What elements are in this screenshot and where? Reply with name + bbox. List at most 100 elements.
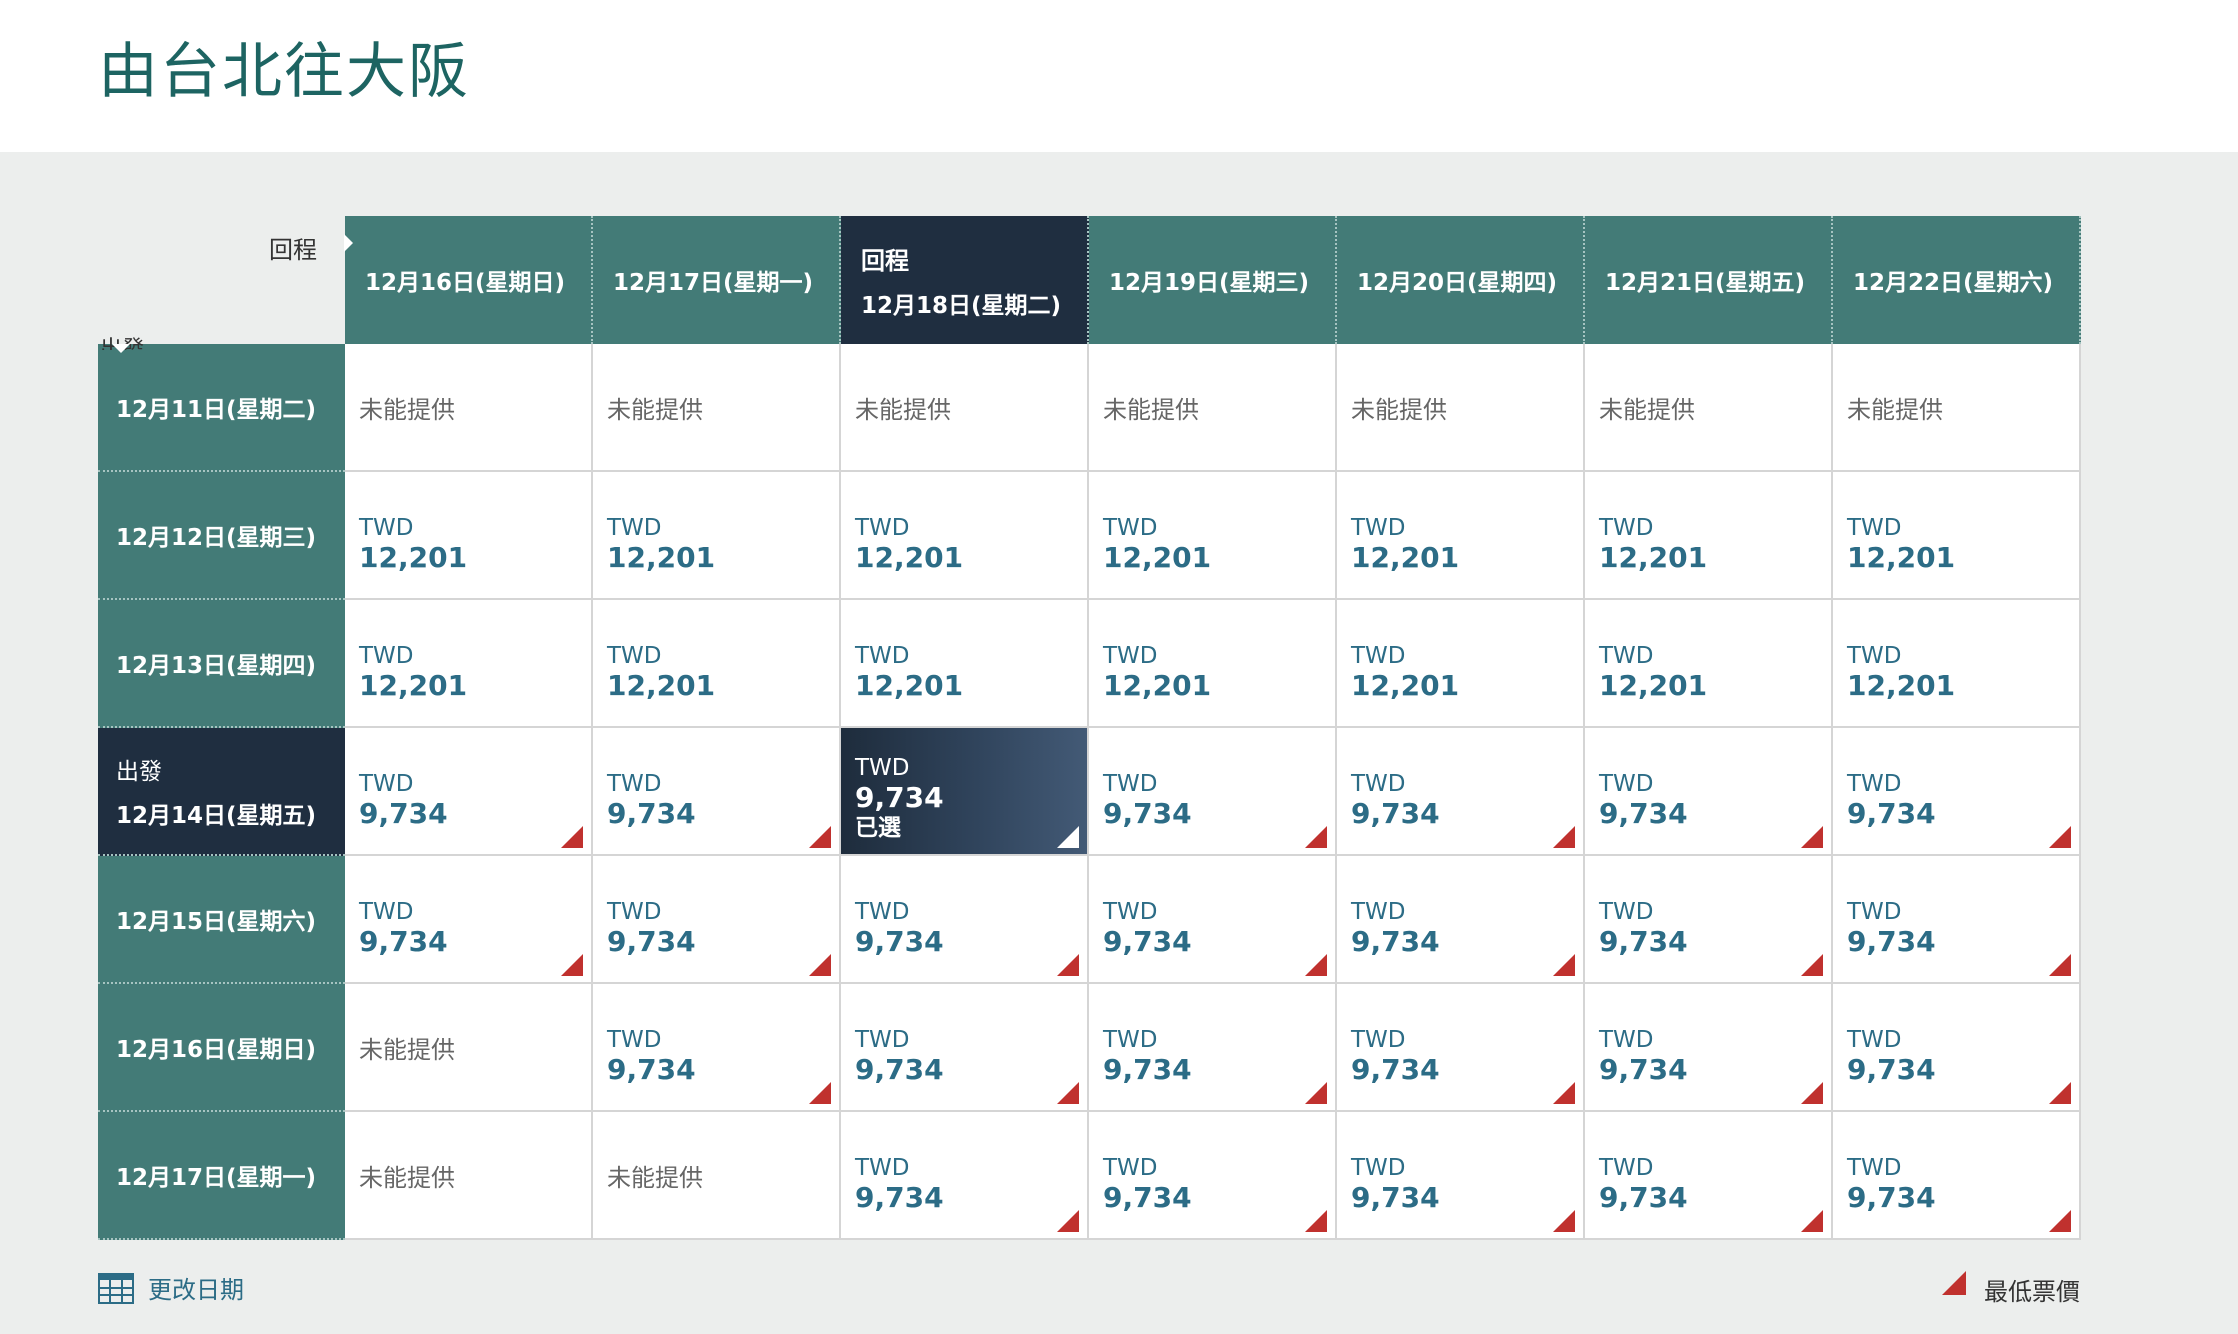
fare-cell[interactable]: TWD 9,734: [841, 984, 1089, 1112]
fare-cell[interactable]: TWD 12,201: [841, 472, 1089, 600]
fare-cell[interactable]: TWD 9,734: [345, 728, 593, 856]
unavailable-text: 未能提供: [1103, 395, 1199, 424]
fare-cell[interactable]: TWD 9,734: [1585, 1112, 1833, 1240]
fare-currency: TWD: [359, 643, 414, 669]
depart-date-header[interactable]: 12月16日(星期日): [98, 984, 345, 1112]
depart-date-header[interactable]: 12月11日(星期二): [98, 344, 345, 472]
fare-currency: TWD: [1103, 515, 1158, 541]
fare-cell[interactable]: TWD 9,734: [1585, 856, 1833, 984]
fare-calendar-grid: 回程 出發 12月16日(星期日) 12月17日(星期一) 回程 12月18日(星期二) 1…: [98, 216, 2081, 1240]
fare-cell[interactable]: TWD 12,201: [593, 472, 841, 600]
fare-currency: TWD: [855, 899, 910, 925]
unavailable-text: 未能提供: [1351, 395, 1447, 424]
fare-currency: TWD: [359, 899, 414, 925]
fare-currency: TWD: [359, 515, 414, 541]
fare-cell[interactable]: TWD 9,734: [841, 1112, 1089, 1240]
fare-cell[interactable]: TWD 12,201: [345, 600, 593, 728]
fare-cell[interactable]: TWD 9,734: [1833, 856, 2081, 984]
lowest-fare-marker-icon: [1801, 1082, 1823, 1104]
depart-date-header[interactable]: 出發 12月14日(星期五): [98, 728, 345, 856]
fare-cell[interactable]: TWD 9,734: [1089, 856, 1337, 984]
fare-amount: 9,734: [607, 925, 696, 958]
fare-cell[interactable]: TWD 12,201: [841, 600, 1089, 728]
lowest-fare-marker-icon: [1305, 1210, 1327, 1232]
fare-amount: 12,201: [1599, 541, 1708, 574]
fare-cell[interactable]: TWD 9,734: [1585, 728, 1833, 856]
fare-cell[interactable]: TWD 12,201: [345, 472, 593, 600]
fare-cell[interactable]: TWD 12,201: [1585, 600, 1833, 728]
return-date-header[interactable]: 12月16日(星期日): [345, 216, 593, 344]
fare-currency: TWD: [1103, 1155, 1158, 1181]
fare-cell[interactable]: TWD 9,734: [1337, 728, 1585, 856]
depart-date-header[interactable]: 12月17日(星期一): [98, 1112, 345, 1240]
return-date-header[interactable]: 12月19日(星期三): [1089, 216, 1337, 344]
change-dates-label: 更改日期: [148, 1276, 244, 1304]
fare-cell[interactable]: TWD 12,201: [1585, 472, 1833, 600]
fare-amount: 9,734: [1599, 1181, 1688, 1214]
fare-cell[interactable]: TWD 12,201: [1337, 472, 1585, 600]
fare-amount: 12,201: [359, 541, 468, 574]
fare-amount: 9,734: [1351, 1181, 1440, 1214]
arrow-right-icon: [344, 234, 353, 252]
return-date-header[interactable]: 12月20日(星期四): [1337, 216, 1585, 344]
fare-cell[interactable]: TWD 9,734: [1337, 984, 1585, 1112]
lowest-fare-marker-icon: [1801, 826, 1823, 848]
fare-currency: TWD: [1351, 643, 1406, 669]
unavailable-text: 未能提供: [359, 1163, 455, 1192]
fare-cell[interactable]: TWD 9,734: [1337, 1112, 1585, 1240]
fare-cell[interactable]: TWD 9,734: [1089, 728, 1337, 856]
fare-cell[interactable]: TWD 9,734: [593, 728, 841, 856]
fare-cell[interactable]: TWD 12,201: [593, 600, 841, 728]
unavailable-text: 未能提供: [359, 395, 455, 424]
unavailable-text: 未能提供: [1847, 395, 1943, 424]
fare-amount: 9,734: [607, 1053, 696, 1086]
fare-cell-selected[interactable]: TWD 9,734 已選: [841, 728, 1089, 856]
change-dates-link[interactable]: 更改日期: [98, 1270, 244, 1305]
fare-cell[interactable]: TWD 12,201: [1833, 472, 2081, 600]
fare-cell[interactable]: TWD 9,734: [1337, 856, 1585, 984]
unavailable-text: 未能提供: [607, 395, 703, 424]
return-date-header[interactable]: 回程 12月18日(星期二): [841, 216, 1089, 344]
fare-cell[interactable]: TWD 9,734: [1833, 984, 2081, 1112]
fare-currency: TWD: [1351, 1027, 1406, 1053]
fare-cell-unavailable: 未能提供: [345, 344, 593, 472]
fare-amount: 9,734: [1351, 1053, 1440, 1086]
fare-cell[interactable]: TWD 9,734: [345, 856, 593, 984]
fare-amount: 9,734: [1351, 797, 1440, 830]
fare-amount: 9,734: [1103, 925, 1192, 958]
lowest-fare-marker-icon: [1553, 954, 1575, 976]
arrow-down-icon: [112, 344, 130, 353]
fare-amount: 9,734: [1351, 925, 1440, 958]
unavailable-text: 未能提供: [1599, 395, 1695, 424]
unavailable-text: 未能提供: [607, 1163, 703, 1192]
fare-cell[interactable]: TWD 12,201: [1089, 600, 1337, 728]
depart-date-header[interactable]: 12月12日(星期三): [98, 472, 345, 600]
legend-label: 最低票價: [1984, 1278, 2080, 1306]
fare-cell[interactable]: TWD 9,734: [841, 856, 1089, 984]
lowest-fare-marker-icon: [1305, 1082, 1327, 1104]
fare-cell[interactable]: TWD 9,734: [1585, 984, 1833, 1112]
lowest-fare-marker-icon: [809, 954, 831, 976]
fare-cell[interactable]: TWD 9,734: [1833, 1112, 2081, 1240]
return-date-header[interactable]: 12月17日(星期一): [593, 216, 841, 344]
lowest-fare-marker-icon: [2049, 1210, 2071, 1232]
depart-date-header[interactable]: 12月15日(星期六): [98, 856, 345, 984]
depart-date-label: 12月12日(星期三): [116, 525, 317, 551]
fare-cell[interactable]: TWD 9,734: [593, 984, 841, 1112]
fare-cell[interactable]: TWD 12,201: [1833, 600, 2081, 728]
depart-date-label: 12月16日(星期日): [116, 1037, 317, 1063]
unavailable-text: 未能提供: [855, 395, 951, 424]
return-date-header[interactable]: 12月22日(星期六): [1833, 216, 2081, 344]
fare-cell[interactable]: TWD 9,734: [1089, 1112, 1337, 1240]
fare-cell[interactable]: TWD 9,734: [1833, 728, 2081, 856]
fare-amount: 9,734: [1847, 1181, 1936, 1214]
fare-cell[interactable]: TWD 12,201: [1089, 472, 1337, 600]
fare-cell[interactable]: TWD 9,734: [1089, 984, 1337, 1112]
depart-date-header[interactable]: 12月13日(星期四): [98, 600, 345, 728]
return-date-header[interactable]: 12月21日(星期五): [1585, 216, 1833, 344]
fare-cell[interactable]: TWD 9,734: [593, 856, 841, 984]
lowest-fare-marker-icon: [1553, 826, 1575, 848]
lowest-fare-marker-icon: [1305, 954, 1327, 976]
fare-cell[interactable]: TWD 12,201: [1337, 600, 1585, 728]
selected-depart-tag: 出發: [116, 759, 162, 785]
